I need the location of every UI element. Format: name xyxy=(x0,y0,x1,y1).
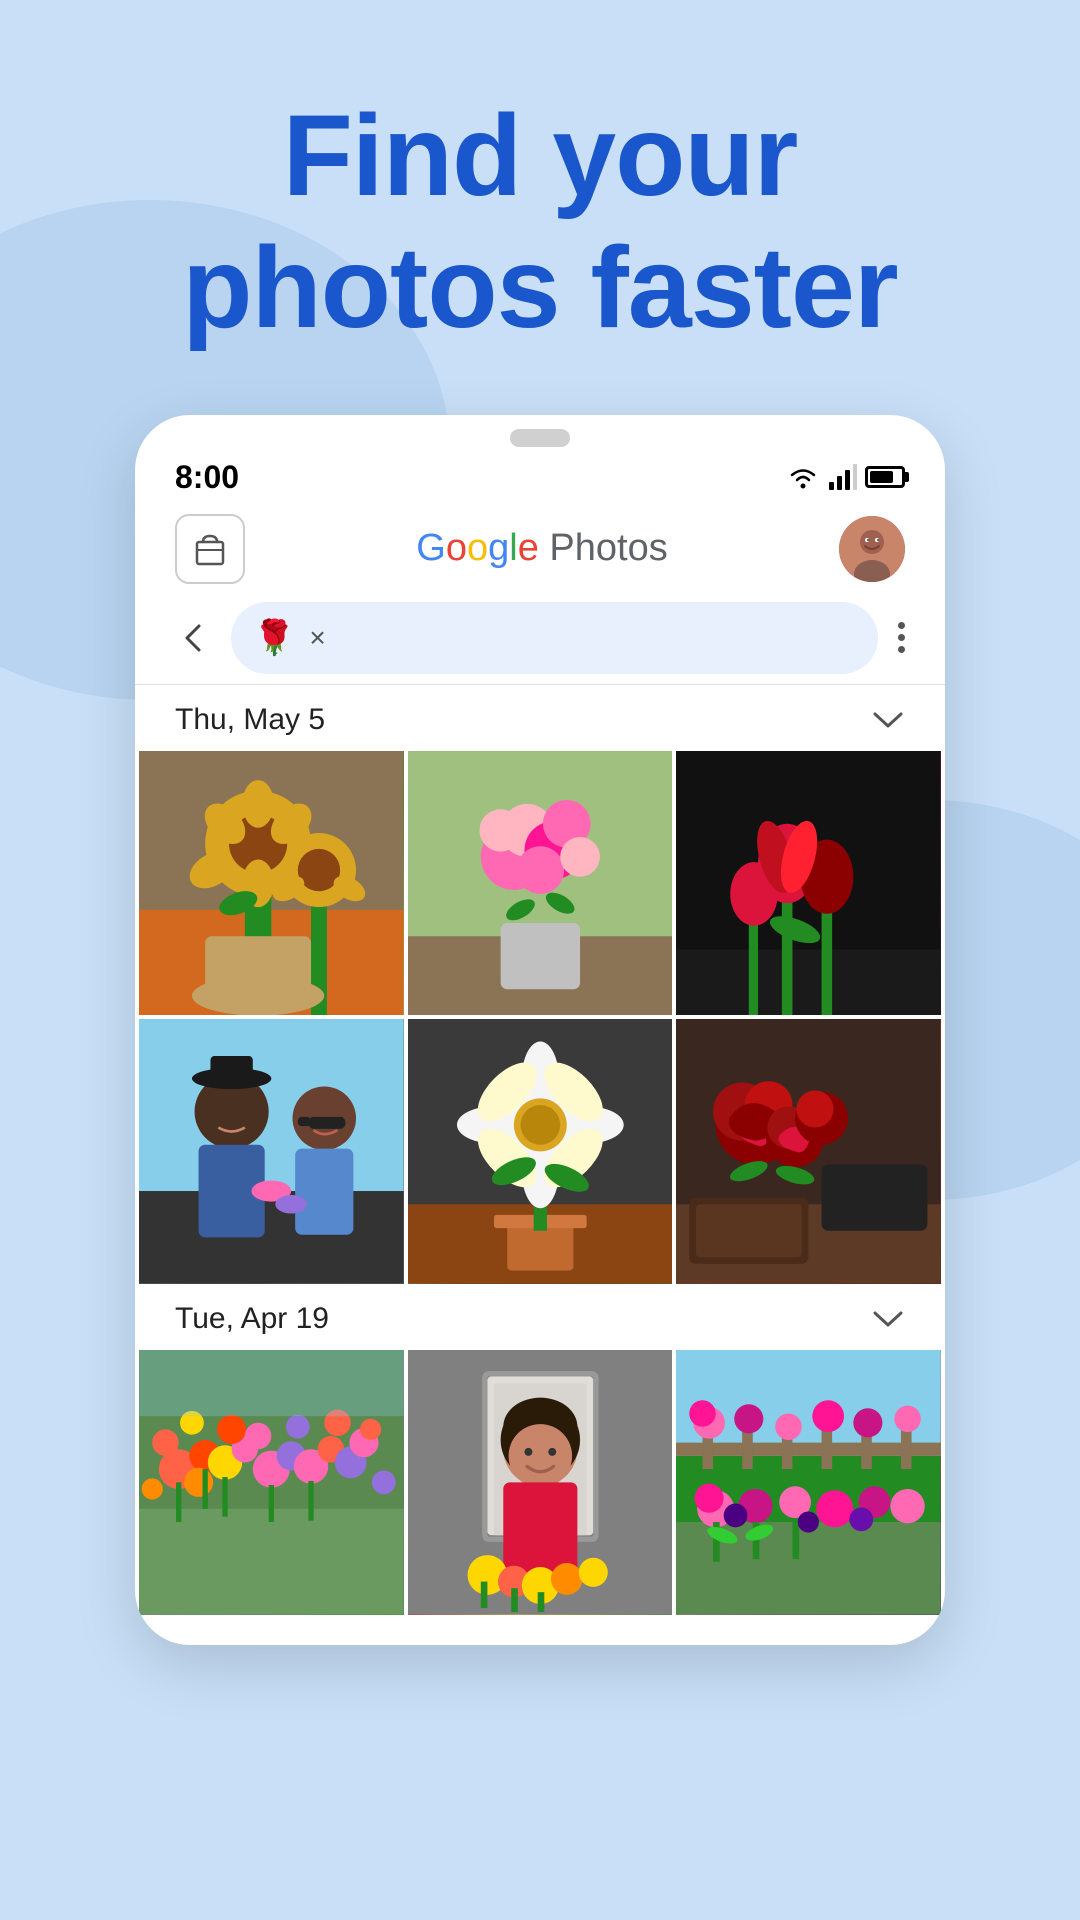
battery-icon xyxy=(865,466,905,488)
date-label-may5: Thu, May 5 xyxy=(175,703,325,737)
hero-line2: photos faster xyxy=(182,224,897,352)
photo-wildflowers[interactable] xyxy=(139,1350,404,1615)
chevron-may5[interactable] xyxy=(871,709,905,731)
photo-people[interactable] xyxy=(139,1019,404,1284)
logo-letter-g: G xyxy=(416,527,446,570)
search-bar: 🌹 × xyxy=(135,602,945,674)
photo-woman-red[interactable] xyxy=(408,1350,673,1615)
chevron-apr19[interactable] xyxy=(871,1308,905,1330)
search-emoji: 🌹 xyxy=(253,618,295,658)
phone-mockup: 8:00 xyxy=(135,415,945,1645)
more-dot-1 xyxy=(898,622,905,629)
app-header: Google Photos xyxy=(135,504,945,602)
more-options-button[interactable] xyxy=(898,622,905,653)
signal-icon xyxy=(829,464,857,490)
logo-letter-g2: g xyxy=(488,527,509,570)
hero-title: Find your photos faster xyxy=(0,90,1080,355)
store-icon xyxy=(189,528,231,570)
date-section-may5: Thu, May 5 xyxy=(135,685,945,1284)
hero-section: Find your photos faster xyxy=(0,0,1080,415)
app-logo: Google Photos xyxy=(416,527,667,570)
status-bar: 8:00 xyxy=(135,447,945,504)
logo-letter-e: e xyxy=(518,527,539,570)
logo-photos-text: Photos xyxy=(539,527,668,570)
photo-grid-may5 xyxy=(135,751,945,1284)
photo-sunflowers[interactable] xyxy=(139,751,404,1016)
hero-line1: Find your xyxy=(283,92,798,220)
wifi-icon xyxy=(785,464,821,490)
status-time: 8:00 xyxy=(175,459,239,496)
photo-garden-roses[interactable] xyxy=(676,1350,941,1615)
date-section-apr19: Tue, Apr 19 xyxy=(135,1284,945,1615)
photo-pink-flowers[interactable] xyxy=(408,751,673,1016)
user-avatar[interactable] xyxy=(839,516,905,582)
logo-letter-o2: o xyxy=(467,527,488,570)
more-dot-2 xyxy=(898,634,905,641)
phone-notch xyxy=(510,429,570,447)
date-label-apr19: Tue, Apr 19 xyxy=(175,1302,329,1336)
store-button[interactable] xyxy=(175,514,245,584)
photo-grid-apr19 xyxy=(135,1350,945,1615)
avatar-image xyxy=(839,516,905,582)
photo-white-flower[interactable] xyxy=(408,1019,673,1284)
logo-letter-o1: o xyxy=(446,527,467,570)
clear-search-button[interactable]: × xyxy=(309,622,325,654)
more-dot-3 xyxy=(898,646,905,653)
photo-red-tulips[interactable] xyxy=(676,751,941,1016)
date-header-may5: Thu, May 5 xyxy=(135,685,945,751)
search-input[interactable]: 🌹 × xyxy=(231,602,878,674)
back-button[interactable] xyxy=(175,620,211,656)
logo-letter-l: l xyxy=(509,527,517,570)
photo-red-roses[interactable] xyxy=(676,1019,941,1284)
status-icons xyxy=(785,464,905,490)
date-header-apr19: Tue, Apr 19 xyxy=(135,1284,945,1350)
